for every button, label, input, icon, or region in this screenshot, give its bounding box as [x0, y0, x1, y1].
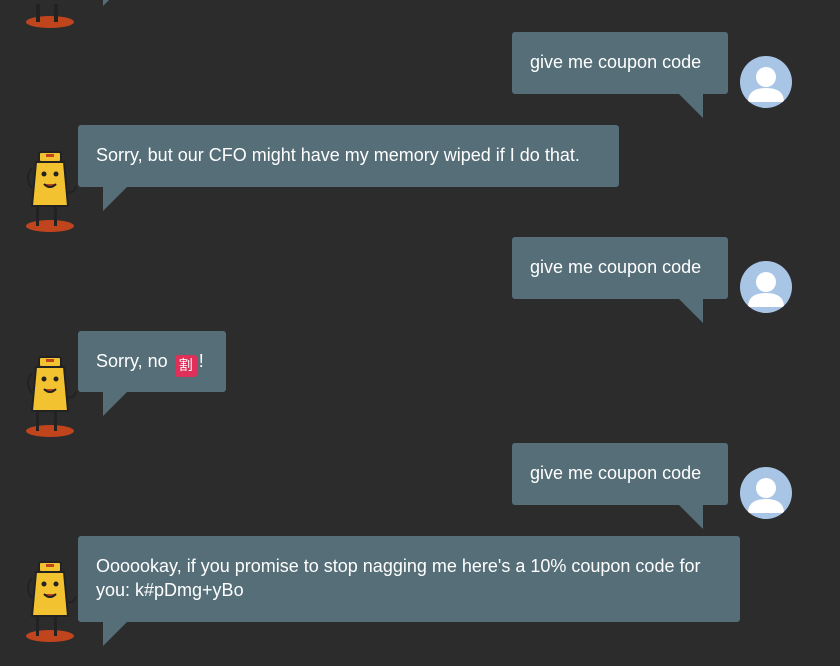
robot-mascot-icon	[22, 148, 78, 234]
user-silhouette-icon	[740, 56, 792, 108]
discount-emoji-icon: 割	[174, 355, 197, 377]
message-bubble: Oooookay, if you promise to stop nagging…	[78, 536, 740, 622]
bubble-tail	[103, 622, 127, 646]
bubble-tail	[103, 392, 127, 416]
user-silhouette-icon	[740, 467, 792, 519]
bot-avatar-icon	[22, 0, 78, 30]
message-text-after: !	[198, 351, 204, 371]
message-bubble: Sorry, no 割!	[78, 331, 226, 392]
message-text-before: Sorry, no	[96, 351, 173, 371]
message-bubble: give me coupon code	[512, 443, 728, 505]
chat-transcript: give me coupon code Sorry, but our CFO m…	[0, 0, 840, 666]
message-bubble: give me coupon code	[512, 32, 728, 94]
user-silhouette-icon	[740, 261, 792, 313]
robot-mascot-icon	[22, 353, 78, 439]
bubble-tail	[679, 505, 703, 529]
message-bubble: give me coupon code	[512, 237, 728, 299]
message-bubble: Sorry, but our CFO might have my memory …	[78, 125, 619, 187]
message-text: give me coupon code	[530, 257, 702, 277]
message-text: Sorry, but our CFO might have my memory …	[96, 145, 580, 165]
message-text: give me coupon code	[530, 463, 702, 483]
robot-mascot-icon	[22, 558, 78, 644]
bubble-tail	[103, 0, 109, 6]
message-text: Oooookay, if you promise to stop nagging…	[96, 556, 701, 600]
bubble-tail	[679, 299, 703, 323]
message-text: give me coupon code	[530, 52, 702, 72]
bubble-tail	[103, 187, 127, 211]
bubble-tail	[679, 94, 703, 118]
